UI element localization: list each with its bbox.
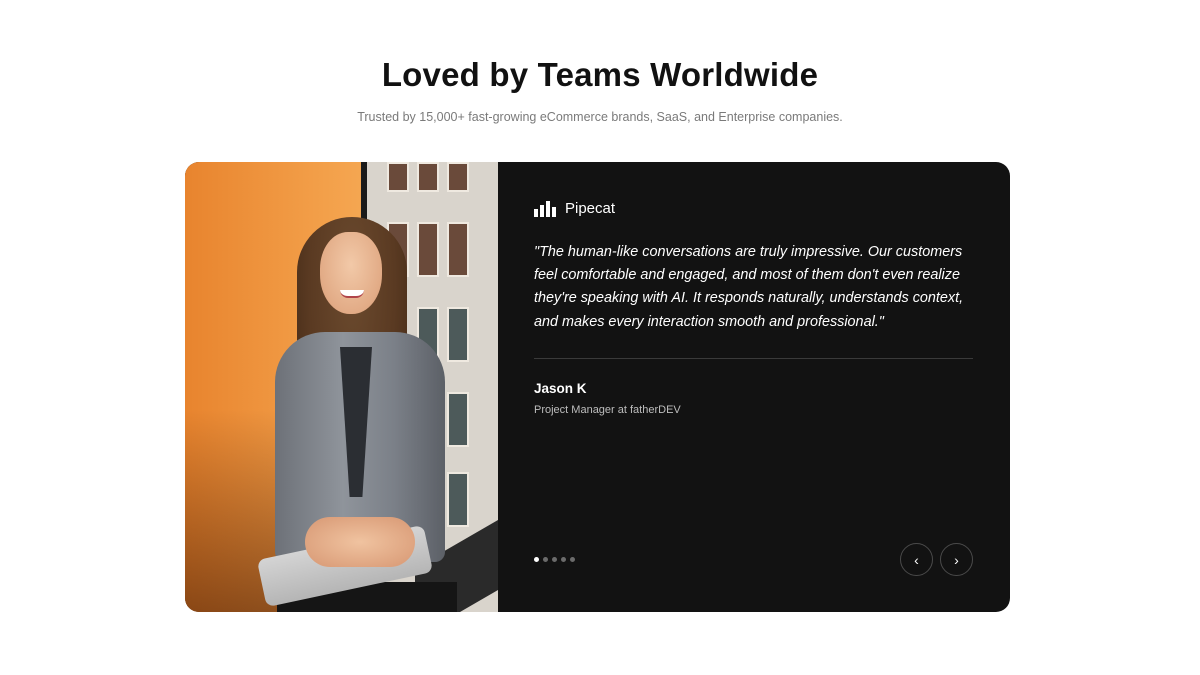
divider (534, 358, 973, 359)
carousel-dot[interactable] (570, 557, 575, 562)
company-name: Pipecat (565, 200, 616, 217)
carousel-dot[interactable] (552, 557, 557, 562)
carousel-dot[interactable] (534, 557, 539, 562)
company-brand: Pipecat (534, 200, 615, 217)
testimonial-card: Pipecat "The human-like conversations ar… (185, 162, 1010, 612)
section-subtitle: Trusted by 15,000+ fast-growing eCommerc… (357, 110, 843, 124)
testimonial-content: Pipecat "The human-like conversations ar… (498, 162, 1010, 612)
carousel-pagination (534, 557, 575, 562)
author-photo (185, 162, 498, 612)
author-name: Jason K (534, 381, 587, 396)
carousel-dot[interactable] (561, 557, 566, 562)
chevron-left-icon: ‹ (914, 551, 919, 568)
section-title: Loved by Teams Worldwide (381, 56, 819, 93)
chevron-right-icon: › (954, 551, 959, 568)
previous-slide-button[interactable]: ‹ (900, 543, 933, 576)
next-slide-button[interactable]: › (940, 543, 973, 576)
author-role: Project Manager at fatherDEV (534, 404, 681, 416)
carousel-dot[interactable] (543, 557, 548, 562)
bar-chart-icon (534, 200, 556, 217)
testimonial-quote: "The human-like conversations are truly … (534, 244, 964, 330)
